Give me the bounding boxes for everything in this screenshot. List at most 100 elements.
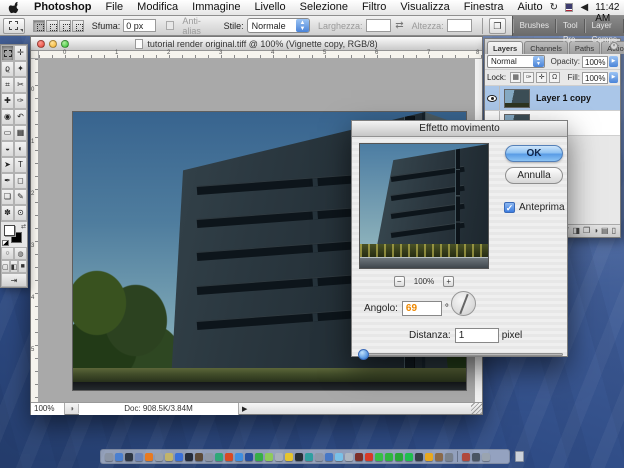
dock-trash-icon[interactable] xyxy=(515,451,524,462)
layer-set-icon[interactable]: ❐ xyxy=(583,227,590,235)
antialias-checkbox[interactable] xyxy=(166,21,174,30)
menu-file[interactable]: File xyxy=(98,0,130,15)
blend-mode-popup[interactable]: Normal ▲▼ xyxy=(487,55,545,68)
document-titlebar[interactable]: tutorial render original.tiff @ 100% (Vi… xyxy=(31,37,482,51)
dock-icon[interactable] xyxy=(205,453,213,461)
distance-input[interactable]: 1 xyxy=(455,328,499,343)
menu-finestra[interactable]: Finestra xyxy=(457,0,511,15)
layer-thumbnail[interactable] xyxy=(504,89,530,108)
dock-icon[interactable] xyxy=(115,453,123,461)
dock-icon[interactable] xyxy=(145,453,153,461)
tool-hand[interactable]: ✽ xyxy=(1,205,14,221)
menu-selezione[interactable]: Selezione xyxy=(293,0,355,15)
sync-icon[interactable]: ↻ xyxy=(550,2,558,13)
opacity-arrow-icon[interactable]: ▶ xyxy=(609,56,618,67)
resize-grip[interactable] xyxy=(471,403,482,414)
style-popup[interactable]: Normale ▲▼ xyxy=(247,18,310,33)
dock-icon[interactable] xyxy=(472,453,480,461)
menu-immagine[interactable]: Immagine xyxy=(185,0,247,15)
selection-subtract-button[interactable] xyxy=(59,20,71,32)
opacity-field[interactable]: 100% xyxy=(582,56,608,68)
dock-icon[interactable] xyxy=(295,453,303,461)
lock-position-icon[interactable]: ✛ xyxy=(536,72,547,83)
dock-icon[interactable] xyxy=(165,453,173,461)
dock-icon[interactable] xyxy=(255,453,263,461)
dock-icon[interactable] xyxy=(415,453,423,461)
menu-visualizza[interactable]: Visualizza xyxy=(393,0,456,15)
dock-icon[interactable] xyxy=(305,453,313,461)
standard-screen-button[interactable]: ▢ xyxy=(1,260,10,273)
tool-pen[interactable]: ✒ xyxy=(1,173,14,189)
dock-icon[interactable] xyxy=(365,453,373,461)
imageready-button[interactable]: ⇥ xyxy=(1,273,27,287)
dock-icon[interactable] xyxy=(275,453,283,461)
dock-icon[interactable] xyxy=(445,453,453,461)
dock-icon[interactable] xyxy=(435,453,443,461)
lock-paint-icon[interactable]: ✑ xyxy=(523,72,534,83)
height-input[interactable] xyxy=(447,19,473,32)
new-layer-icon[interactable]: ▤ xyxy=(601,227,609,235)
tab-channels[interactable]: Channels xyxy=(524,41,568,54)
swap-dimensions-icon[interactable]: ⇄ xyxy=(395,20,403,31)
zoom-in-button[interactable]: + xyxy=(443,276,454,287)
tool-healing-brush[interactable]: ✚ xyxy=(1,93,14,109)
default-colors-icon[interactable] xyxy=(2,240,9,246)
feather-input[interactable]: 0 px xyxy=(123,19,156,32)
layer-name[interactable]: Layer 1 copy xyxy=(536,93,591,103)
us-flag-icon[interactable] xyxy=(565,3,574,12)
tool-history-brush[interactable]: ↶ xyxy=(14,109,27,125)
dock-icon[interactable] xyxy=(395,453,403,461)
fill-arrow-icon[interactable]: ▶ xyxy=(609,72,618,83)
volume-icon[interactable]: ◀ xyxy=(580,2,588,13)
tab-layers[interactable]: Layers xyxy=(487,41,523,54)
tool-zoom[interactable]: ⊙ xyxy=(14,205,27,221)
selection-add-button[interactable] xyxy=(46,20,58,32)
tool-lasso[interactable]: ϱ xyxy=(1,61,14,77)
fill-field[interactable]: 100% xyxy=(582,72,608,84)
dock-icon[interactable] xyxy=(235,453,243,461)
distance-slider[interactable] xyxy=(358,349,563,360)
dock-icon[interactable] xyxy=(265,453,273,461)
selection-new-button[interactable] xyxy=(33,20,45,32)
angle-dial[interactable] xyxy=(451,291,476,316)
dialog-preview[interactable] xyxy=(359,143,489,269)
slider-track[interactable] xyxy=(358,353,563,356)
adjustment-layer-icon[interactable]: ◑ xyxy=(593,227,598,235)
status-popup-arrow-icon[interactable]: ▶ xyxy=(239,405,250,413)
menu-livello[interactable]: Livello xyxy=(247,0,292,15)
dock-icon[interactable] xyxy=(482,453,490,461)
dock-icon[interactable] xyxy=(195,453,203,461)
tool-gradient[interactable]: ▦ xyxy=(14,125,27,141)
dock-icon[interactable] xyxy=(105,453,113,461)
zoom-percentage-field[interactable]: 100% xyxy=(31,403,65,415)
visibility-toggle[interactable] xyxy=(485,86,500,110)
dock-icon[interactable] xyxy=(215,453,223,461)
lock-all-icon[interactable]: Ω xyxy=(549,72,560,83)
menu-photoshop[interactable]: Photoshop xyxy=(27,0,98,15)
tool-path-selection[interactable]: ➤ xyxy=(1,157,14,173)
layer-mask-icon[interactable]: ◨ xyxy=(572,227,580,235)
angle-input[interactable]: 69 xyxy=(402,301,442,316)
dock-icon[interactable] xyxy=(315,453,323,461)
tool-type[interactable]: T xyxy=(14,157,27,173)
zoom-out-button[interactable]: − xyxy=(394,276,405,287)
standard-mode-button[interactable]: ○ xyxy=(1,247,14,260)
lock-transparency-icon[interactable]: ▦ xyxy=(510,72,521,83)
fullscreen-button[interactable]: ■ xyxy=(18,260,27,273)
preview-checkbox[interactable]: ✓ xyxy=(504,202,515,213)
layer-row-1[interactable]: Layer 1 copy xyxy=(485,86,620,111)
apple-menu-icon[interactable] xyxy=(8,2,21,14)
tool-clone-stamp[interactable]: ◉ xyxy=(1,109,14,125)
minimize-button[interactable] xyxy=(49,40,57,48)
tool-rectangular-marquee[interactable] xyxy=(1,45,14,61)
dock-icon[interactable] xyxy=(385,453,393,461)
tool-slice[interactable]: ✂ xyxy=(14,77,27,93)
dialog-title[interactable]: Effetto movimento xyxy=(352,121,567,137)
dock-icon[interactable] xyxy=(185,453,193,461)
dock-icon[interactable] xyxy=(345,453,353,461)
ok-button[interactable]: OK xyxy=(505,145,563,162)
dock-icon[interactable] xyxy=(225,453,233,461)
dock-icon[interactable] xyxy=(375,453,383,461)
selection-intersect-button[interactable] xyxy=(72,20,84,32)
dock-icon[interactable] xyxy=(125,453,133,461)
